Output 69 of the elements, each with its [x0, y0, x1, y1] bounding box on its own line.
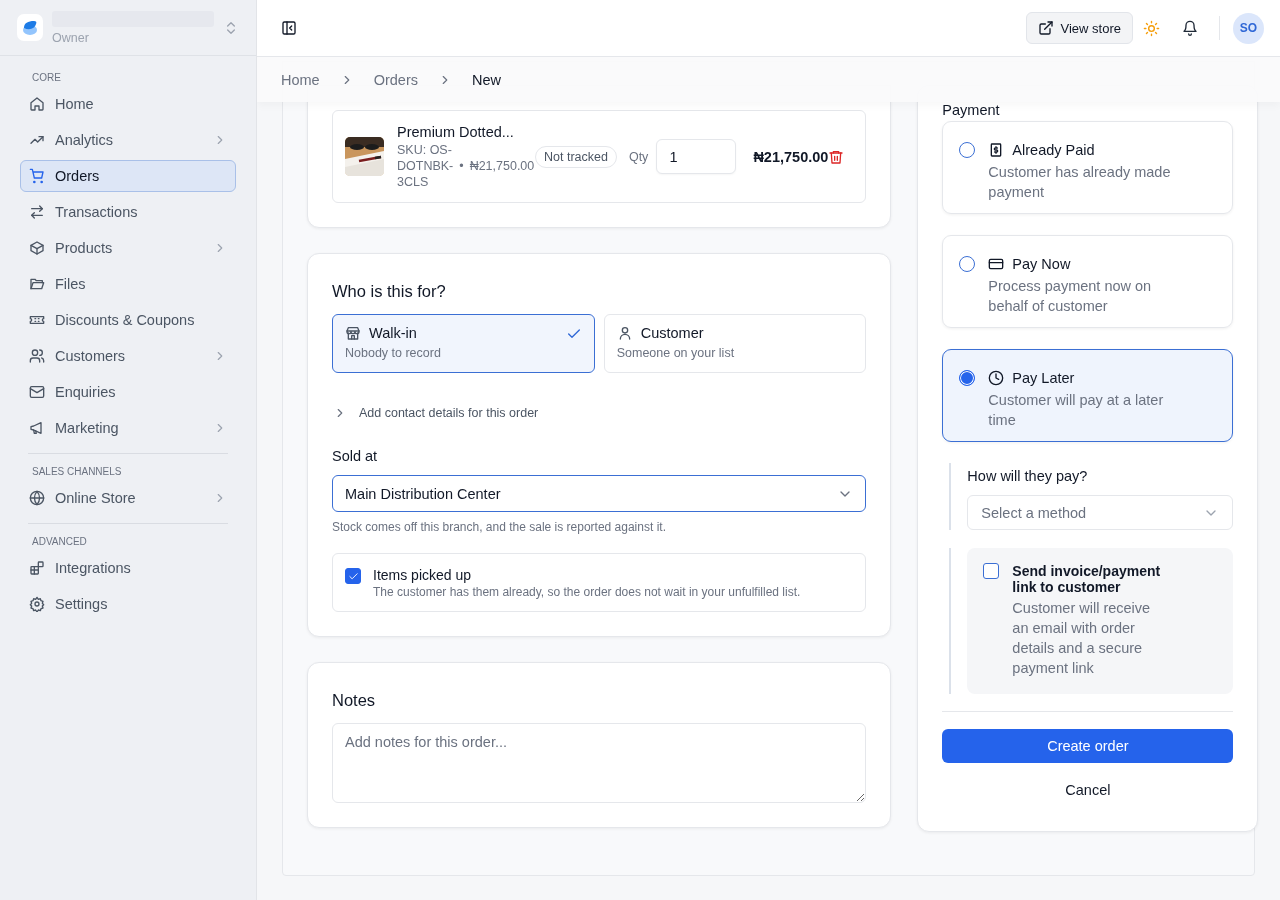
disclosure-toggle[interactable]: Add contact details for this order — [332, 403, 867, 423]
breadcrumb-link[interactable]: Home — [281, 71, 320, 88]
trash-icon — [828, 148, 845, 165]
megaphone-icon — [29, 420, 45, 436]
checkbox-description: The customer has them already, so the order does not wait in your unfulfilled list. — [373, 585, 801, 599]
checkbox-label: Send invoice/payment link to customer — [1012, 563, 1162, 595]
create-order-button[interactable]: Create order — [942, 729, 1234, 763]
settings-icon — [29, 596, 45, 612]
home-icon — [29, 96, 45, 112]
sidebar-item[interactable]: Discounts & Coupons — [20, 304, 236, 336]
sidebar-item[interactable]: Products — [20, 232, 236, 264]
line-total: ₦21,750.00 — [753, 148, 829, 165]
store-logo — [17, 14, 43, 41]
sidebar-toggle-icon — [281, 20, 297, 36]
breadcrumb-link[interactable]: Orders — [373, 71, 418, 88]
checkbox-description: Customer will receive an email with order details and a secure payment link — [1012, 599, 1152, 678]
unit-price: ₦21,750.00 — [469, 157, 535, 174]
qty-label: Qty — [628, 149, 649, 164]
view-store-button[interactable]: View store — [1025, 12, 1133, 44]
sidebar-item[interactable]: Analytics — [20, 124, 236, 156]
field-hint: Stock comes off this branch, and the sale is reported against it. — [332, 520, 667, 534]
clock-icon — [988, 370, 1005, 386]
user-avatar[interactable]: SO — [1233, 12, 1264, 44]
field-label: How will they pay? — [967, 467, 1089, 485]
external-link-icon — [1037, 20, 1054, 36]
payment-option[interactable]: Already Paid Customer has already made payment — [942, 121, 1234, 214]
envelope-icon — [29, 384, 45, 400]
arrows-icon — [29, 204, 45, 220]
sidebar-item[interactable]: Enquiries — [20, 376, 236, 408]
checkbox[interactable] — [983, 563, 1000, 579]
radio-button[interactable] — [959, 142, 976, 158]
payment-option[interactable]: Pay Later Customer will pay at a later time — [942, 349, 1234, 442]
sidebar-item[interactable]: Customers — [20, 340, 236, 372]
section-heading: Who is this for? — [332, 281, 447, 301]
method-select[interactable]: Select a method — [967, 495, 1234, 530]
sun-icon — [1143, 19, 1160, 37]
folder-icon — [29, 276, 45, 292]
breadcrumb-link[interactable]: New — [472, 71, 502, 88]
sidebar-item[interactable]: Orders — [20, 160, 236, 192]
product-sku: SKU: OS-DOTNBK-3CLS — [397, 141, 454, 190]
sidebar-item[interactable]: Home — [20, 88, 236, 120]
section-label: CORE — [31, 71, 62, 85]
people-icon — [29, 348, 45, 364]
separator-dot: • — [459, 157, 464, 174]
bell-icon — [1182, 20, 1198, 36]
section-heading: Payment — [942, 102, 1001, 118]
box-icon — [29, 240, 45, 256]
sidebar-item[interactable]: Marketing — [20, 412, 236, 444]
quantity-field[interactable]: 1 — [656, 139, 737, 174]
sidebar-item[interactable]: Integrations — [20, 552, 236, 584]
globe-icon — [29, 490, 45, 506]
payment-option[interactable]: Pay Now Process payment now on behalf of customer — [942, 235, 1234, 328]
sidebar-item[interactable]: Files — [20, 268, 236, 300]
account-role: Owner — [52, 30, 90, 45]
radio-button[interactable] — [959, 256, 976, 272]
product-name: Premium Dotted... — [397, 123, 515, 140]
sidebar-item[interactable]: Transactions — [20, 196, 236, 228]
cart-icon — [29, 168, 45, 184]
blocks-icon — [29, 560, 45, 576]
checkbox-label: Items picked up — [373, 567, 473, 583]
credit-card-icon — [988, 256, 1005, 272]
section-label: SALES CHANNELS — [31, 465, 123, 479]
sidebar-item[interactable]: Settings — [20, 588, 236, 620]
field-label: Sold at — [332, 448, 379, 464]
sidebar-item[interactable]: Online Store — [20, 482, 236, 514]
section-label: ADVANCED — [31, 535, 88, 549]
section-heading: Notes — [332, 690, 377, 710]
cancel-button[interactable]: Cancel — [942, 773, 1234, 807]
radio-button[interactable] — [959, 370, 976, 386]
